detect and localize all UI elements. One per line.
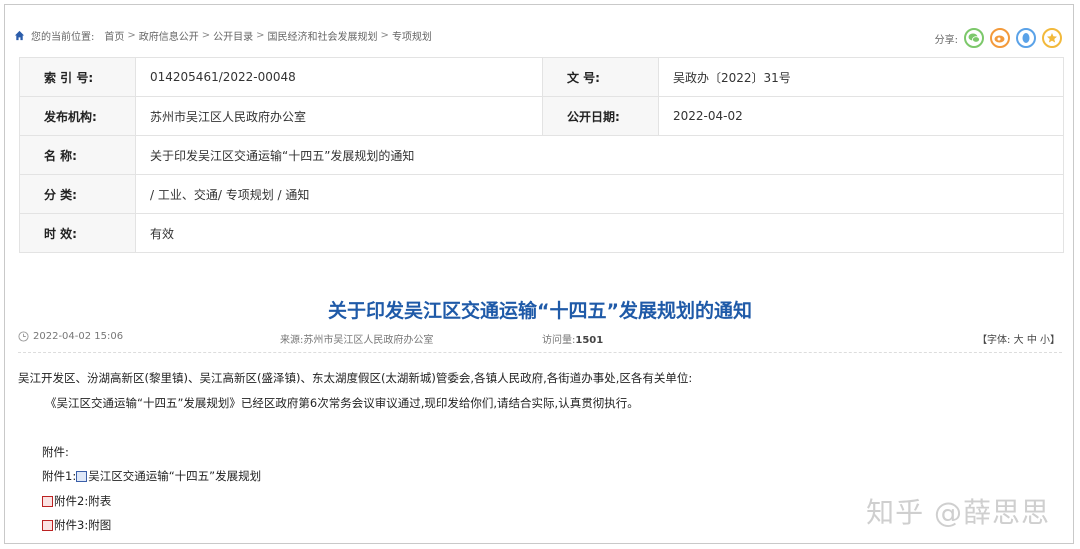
breadcrumb: 您的当前位置: 首页 > 政府信息公开 > 公开目录 > 国民经济和社会发展规划… xyxy=(14,27,432,43)
breadcrumb-prefix: 您的当前位置: xyxy=(31,31,95,43)
meta-row: 索 引 号: 014205461/2022-00048 文 号: 吴政办〔202… xyxy=(19,57,1064,97)
wechat-icon[interactable] xyxy=(964,28,984,48)
doc-file-icon xyxy=(76,470,88,482)
document-meta-table: 索 引 号: 014205461/2022-00048 文 号: 吴政办〔202… xyxy=(19,57,1064,253)
date-label: 公开日期: xyxy=(542,96,659,136)
attachment-3-link[interactable]: 附件3:附图 xyxy=(54,517,111,533)
pdf-file-icon xyxy=(42,495,53,507)
docno-label: 文 号: xyxy=(542,57,659,97)
font-small-link[interactable]: 小】 xyxy=(1040,335,1060,346)
home-icon xyxy=(14,30,25,40)
pdf-file-icon xyxy=(42,519,53,531)
watermark: 知乎 @薛思思 xyxy=(866,496,1050,529)
validity-label: 时 效: xyxy=(19,213,136,253)
meta-row: 分 类: / 工业、交通/ 专项规划 / 通知 xyxy=(19,174,1064,214)
recipients-text: 吴江开发区、汾湖高新区(黎里镇)、吴江高新区(盛泽镇)、东太湖度假区(太湖新城)… xyxy=(18,371,693,385)
share-label: 分享: xyxy=(934,34,958,46)
view-count: 访问量:1501 xyxy=(542,335,604,346)
breadcrumb-catalog[interactable]: 公开目录 xyxy=(213,28,253,43)
clock-icon xyxy=(18,331,29,342)
docno-value: 吴政办〔2022〕31号 xyxy=(658,57,1064,97)
category-value: / 工业、交通/ 专项规划 / 通知 xyxy=(135,174,1064,214)
divider xyxy=(18,352,1062,353)
breadcrumb-special-plan[interactable]: 专项规划 xyxy=(392,28,432,43)
meta-row: 时 效: 有效 xyxy=(19,213,1064,253)
share-bar: 分享: xyxy=(935,28,1062,48)
article-info: 2022-04-02 15:06 来源:苏州市吴江区人民政府办公室 访问量:15… xyxy=(18,331,1062,347)
attachment-1-link[interactable]: 吴江区交通运输“十四五”发展规划 xyxy=(88,468,261,484)
category-label: 分 类: xyxy=(19,174,136,214)
attachment-3: 附件3:附图 xyxy=(42,517,111,533)
weibo-icon[interactable] xyxy=(990,28,1010,48)
publish-datetime: 2022-04-02 15:06 xyxy=(33,331,124,342)
body-paragraph: 《吴江区交通运输“十四五”发展规划》已经区政府第6次常务会议审议通过,现印发给你… xyxy=(45,396,639,410)
attachment-1: 附件1: 吴江区交通运输“十四五”发展规划 xyxy=(42,468,262,484)
qq-icon[interactable] xyxy=(1016,28,1036,48)
article-source: 来源:苏州市吴江区人民政府办公室 xyxy=(280,335,434,346)
name-value: 关于印发吴江区交通运输“十四五”发展规划的通知 xyxy=(135,135,1064,175)
publisher-value: 苏州市吴江区人民政府办公室 xyxy=(135,96,543,136)
article-title: 关于印发吴江区交通运输“十四五”发展规划的通知 xyxy=(328,300,752,322)
favorite-icon[interactable] xyxy=(1042,28,1062,48)
attachments-heading: 附件: xyxy=(42,445,69,459)
name-label: 名 称: xyxy=(19,135,136,175)
attachment-2-link[interactable]: 附件2:附表 xyxy=(54,493,111,509)
font-size-switch: 【字体: 大 中 小】 xyxy=(977,335,1060,346)
attachment-2: 附件2:附表 xyxy=(42,493,111,509)
view-count-value: 1501 xyxy=(575,335,604,346)
index-label: 索 引 号: xyxy=(19,57,136,97)
breadcrumb-home[interactable]: 首页 xyxy=(104,28,124,43)
index-value: 014205461/2022-00048 xyxy=(135,57,543,97)
breadcrumb-gov-info[interactable]: 政府信息公开 xyxy=(139,28,199,43)
date-value: 2022-04-02 xyxy=(658,96,1064,136)
publish-time: 2022-04-02 15:06 xyxy=(18,331,123,342)
breadcrumb-plan[interactable]: 国民经济和社会发展规划 xyxy=(268,28,378,43)
meta-row: 名 称: 关于印发吴江区交通运输“十四五”发展规划的通知 xyxy=(19,135,1064,175)
publisher-label: 发布机构: xyxy=(19,96,136,136)
font-large-link[interactable]: 大 xyxy=(1014,335,1024,346)
font-mid-link[interactable]: 中 xyxy=(1027,335,1037,346)
validity-value: 有效 xyxy=(135,213,1064,253)
meta-row: 发布机构: 苏州市吴江区人民政府办公室 公开日期: 2022-04-02 xyxy=(19,96,1064,136)
